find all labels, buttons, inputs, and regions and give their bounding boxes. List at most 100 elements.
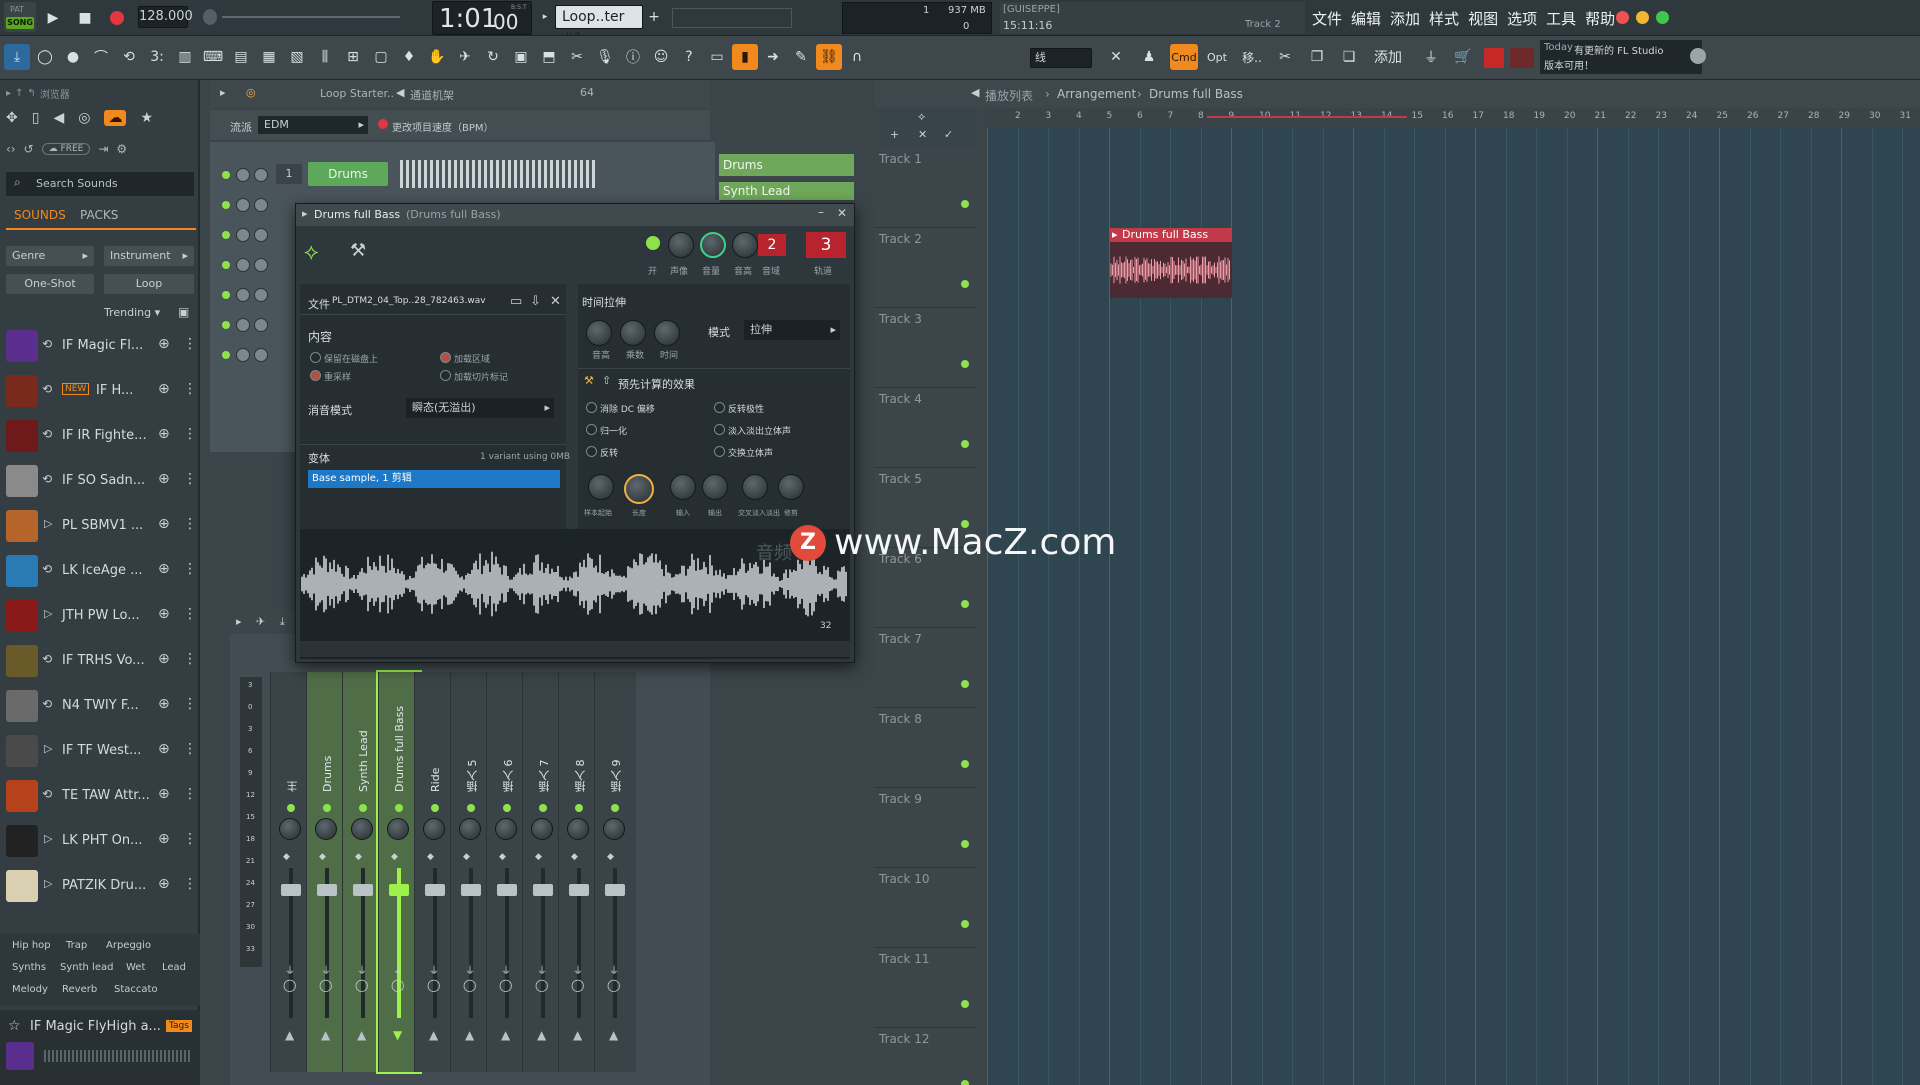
more-icon[interactable]: ⋮ [183, 606, 197, 622]
nav-back-icon[interactable]: ‹› [6, 142, 16, 156]
rack-swing-value[interactable]: 64 [580, 86, 594, 99]
pitch-knob[interactable] [732, 232, 758, 258]
channel-led[interactable] [222, 231, 230, 239]
strip-pan-knob[interactable] [567, 818, 589, 840]
channel-led[interactable] [222, 321, 230, 329]
breadcrumb-item[interactable]: Drums full Bass [1149, 87, 1243, 101]
plugin-icon[interactable]: ♦ [396, 44, 422, 70]
oneshot-button[interactable]: One-Shot [6, 274, 94, 294]
sort-selector[interactable]: Trending ▾ [104, 306, 160, 319]
track-header[interactable]: Track 4 [875, 388, 977, 468]
strip-led[interactable] [287, 804, 295, 812]
tag-staccato[interactable]: Staccato [114, 984, 158, 995]
strip-send-icon[interactable]: ▲ [429, 1028, 438, 1042]
mixer-strip[interactable]: 插入 9 ◆ ⏚ ◯ ▲ [594, 672, 636, 1072]
channel-name-drums[interactable]: Drums [308, 162, 388, 186]
list-item[interactable]: ▷ JTH PW Lo... ⊕ ⋮ [0, 594, 200, 639]
export-icon[interactable]: ⇩ [530, 294, 541, 309]
strip-send-icon[interactable]: ▲ [357, 1028, 366, 1042]
strip-pan-knob[interactable] [459, 818, 481, 840]
channel-led[interactable] [222, 291, 230, 299]
arrangement-label[interactable]: Arrangement [1057, 87, 1136, 101]
resample-radio[interactable] [310, 370, 321, 381]
volume-knob[interactable] [254, 198, 268, 212]
sample-waveform[interactable]: 音频 32 [300, 529, 850, 659]
mixer-arrow-icon[interactable]: ⤓ [280, 615, 285, 629]
volume-knob[interactable] [254, 318, 268, 332]
close-window-button[interactable] [1616, 11, 1629, 24]
add-icon[interactable]: ⊕ [158, 876, 170, 892]
link-icon[interactable]: ⛓ [816, 44, 842, 70]
track-led[interactable] [961, 920, 969, 928]
track-header[interactable]: Track 11 [875, 948, 977, 1028]
sort-options-icon[interactable]: ▣ [178, 305, 189, 319]
browser-icon[interactable]: ⊞ [340, 44, 366, 70]
stamp-icon[interactable]: ♟ [1136, 44, 1162, 70]
add-track-icon[interactable]: + [890, 128, 899, 141]
strip-stereo-icon[interactable]: ◆ [391, 852, 398, 862]
menu-add[interactable]: 添加 [1390, 8, 1420, 29]
track-header[interactable]: Track 1 [875, 148, 977, 228]
strip-send-icon[interactable]: ▲ [573, 1028, 582, 1042]
fx-polarity-radio[interactable] [714, 402, 725, 413]
strip-stereo-icon[interactable]: ◆ [283, 852, 290, 862]
mixer-icon[interactable]: ⫼ [312, 44, 338, 70]
track-header[interactable]: Track 7 [875, 628, 977, 708]
opt-button[interactable]: Opt [1203, 44, 1231, 70]
strip-route-icon[interactable]: ⏚ [609, 962, 619, 977]
more-icon[interactable]: ⋮ [183, 516, 197, 532]
strip-stereo-icon[interactable]: ◆ [571, 852, 578, 862]
strip-send-icon[interactable]: ▼ [393, 1028, 402, 1042]
settings-gear-icon[interactable]: ⚙ [116, 142, 127, 156]
menu-view[interactable]: 视图 [1468, 8, 1498, 29]
strip-fader[interactable] [461, 884, 481, 896]
track-led[interactable] [961, 360, 969, 368]
load-region-radio[interactable] [440, 352, 451, 363]
record-button[interactable] [104, 5, 130, 31]
paint-icon[interactable]: ✎ [788, 44, 814, 70]
move-icon[interactable]: ✥ [6, 110, 18, 126]
rack-sync-icon[interactable]: ◎ [246, 86, 256, 99]
plug-icon[interactable]: ⏚ [1418, 44, 1444, 70]
paste-icon[interactable]: ❏ [1336, 44, 1362, 70]
login-icon[interactable]: ⇥ [98, 142, 108, 156]
close-tool-icon[interactable]: ✕ [918, 128, 927, 141]
pan-knob[interactable] [236, 228, 250, 242]
keep-on-disk-radio[interactable] [310, 352, 321, 363]
output-knob[interactable] [702, 474, 728, 500]
more-icon[interactable]: ⋮ [183, 471, 197, 487]
pattern-drums[interactable]: Drums [719, 154, 854, 176]
add-icon[interactable]: ⊕ [158, 336, 170, 352]
collapse-icon[interactable]: ▸ [6, 88, 11, 99]
track-led[interactable] [961, 280, 969, 288]
add-icon[interactable]: ⊕ [158, 516, 170, 532]
more-icon[interactable]: ⋮ [183, 696, 197, 712]
strip-fader[interactable] [425, 884, 445, 896]
piano-roll-icon[interactable]: ▦ [256, 44, 282, 70]
sampler-titlebar[interactable]: ▸ Drums full Bass (Drums full Bass) – ✕ [296, 204, 854, 226]
strip-pan-knob[interactable] [423, 818, 445, 840]
strip-route-icon[interactable]: ⏚ [573, 962, 583, 977]
strip-stereo-icon[interactable]: ◆ [319, 852, 326, 862]
strip-stereo-icon[interactable]: ◆ [499, 852, 506, 862]
cart-icon[interactable]: 🛒 [1450, 44, 1476, 70]
strip-led[interactable] [323, 804, 331, 812]
fx-normalize-radio[interactable] [586, 424, 597, 435]
globe-icon[interactable] [1690, 48, 1706, 64]
more-icon[interactable]: ⋮ [183, 741, 197, 757]
track-header[interactable]: Track 2 [875, 228, 977, 308]
arrow-right-icon[interactable]: ➜ [760, 44, 786, 70]
time-display[interactable]: 1:01 00 B:S:T [432, 1, 532, 35]
more-icon[interactable]: ⋮ [183, 381, 197, 397]
tag-lead[interactable]: Lead [162, 962, 186, 973]
mixer-layout-icon[interactable]: ✈ [256, 615, 265, 628]
volume-knob[interactable] [254, 228, 268, 242]
track-header[interactable]: Track 10 [875, 868, 977, 948]
strip-send-icon[interactable]: ▲ [321, 1028, 330, 1042]
strip-fx-icon[interactable]: ◯ [427, 978, 440, 992]
help-icon[interactable]: ? [676, 44, 702, 70]
strip-fx-icon[interactable]: ◯ [463, 978, 476, 992]
strip-stereo-icon[interactable]: ◆ [355, 852, 362, 862]
preview-waveform[interactable] [44, 1050, 192, 1062]
pattern-prev-button[interactable]: ▸ [538, 6, 552, 28]
